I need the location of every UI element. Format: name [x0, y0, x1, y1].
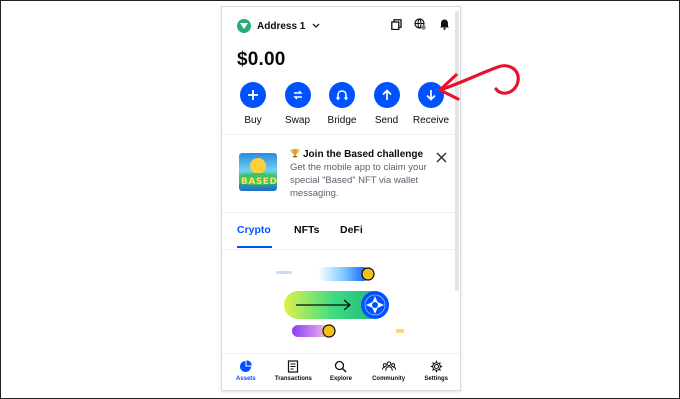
- bell-icon[interactable]: [438, 18, 450, 30]
- divider: [222, 249, 460, 250]
- close-icon[interactable]: [436, 150, 448, 163]
- header: Address 1: [222, 7, 460, 47]
- send-label: Send: [374, 115, 399, 126]
- divider: [222, 212, 460, 213]
- nav-community-label: Community: [372, 376, 406, 382]
- promo-card[interactable]: BASED Join the Based challenge Get the m…: [222, 140, 460, 210]
- nav-settings[interactable]: Settings: [413, 354, 459, 390]
- account-name: Address 1: [257, 20, 306, 32]
- chevron-down-icon: [312, 21, 320, 31]
- nav-settings-label: Settings: [424, 376, 448, 382]
- swap-icon: [284, 82, 311, 108]
- buy-label: Buy: [244, 115, 262, 126]
- receipt-icon: [286, 359, 300, 373]
- header-icons: [390, 18, 450, 30]
- nav-explore[interactable]: Explore: [318, 354, 364, 390]
- copy-icon[interactable]: [390, 18, 402, 30]
- swap-button[interactable]: Swap: [277, 82, 319, 126]
- nav-assets[interactable]: Assets: [223, 354, 269, 390]
- nav-explore-label: Explore: [329, 376, 352, 382]
- nav-assets-label: Assets: [235, 376, 256, 382]
- buy-button[interactable]: Buy: [232, 82, 274, 126]
- bridge-button[interactable]: Bridge: [321, 82, 363, 126]
- promo-image-text: BASED: [241, 177, 277, 187]
- based-nft-image: BASED: [239, 153, 277, 191]
- trophy-icon: [290, 148, 300, 161]
- people-icon: [381, 359, 396, 373]
- promo-title: Join the Based challenge: [290, 148, 423, 161]
- nav-transactions-label: Transactions: [274, 376, 312, 382]
- balance-amount: $0.00: [237, 49, 286, 70]
- search-icon: [334, 359, 348, 373]
- tab-crypto[interactable]: Crypto: [237, 224, 271, 236]
- account-avatar-icon: [237, 19, 251, 33]
- nav-community[interactable]: Community: [366, 354, 412, 390]
- tab-active-indicator: [237, 246, 272, 248]
- action-buttons: Buy Swap Bridge Send Receive: [232, 82, 452, 126]
- promo-title-text: Join the Based challenge: [303, 149, 424, 160]
- network-globe-icon[interactable]: [414, 18, 426, 30]
- divider: [222, 134, 460, 135]
- arrow-up-icon: [373, 82, 400, 108]
- wallet-extension-panel: Address 1 $0.00 Buy Swap Bridge Send Rec…: [221, 6, 461, 391]
- gear-icon: [429, 359, 443, 373]
- swap-label: Swap: [284, 115, 310, 126]
- bridge-icon: [329, 82, 355, 108]
- empty-state-illustration: [272, 265, 422, 345]
- bridge-label: Bridge: [327, 115, 357, 126]
- receive-label: Receive: [412, 115, 450, 126]
- bottom-navigation: Assets Transactions Explore Community Se…: [222, 353, 460, 390]
- send-button[interactable]: Send: [366, 82, 408, 126]
- account-selector[interactable]: Address 1: [237, 19, 320, 33]
- pie-chart-icon: [239, 359, 253, 373]
- tab-nfts[interactable]: NFTs: [294, 224, 319, 236]
- promo-body: Get the mobile app to claim your special…: [290, 162, 427, 199]
- tab-defi[interactable]: DeFi: [340, 224, 363, 236]
- nav-transactions[interactable]: Transactions: [270, 354, 316, 390]
- plus-icon: [240, 82, 266, 108]
- asset-tabs: Crypto NFTs DeFi: [222, 219, 460, 249]
- annotation-arrow: [436, 55, 526, 110]
